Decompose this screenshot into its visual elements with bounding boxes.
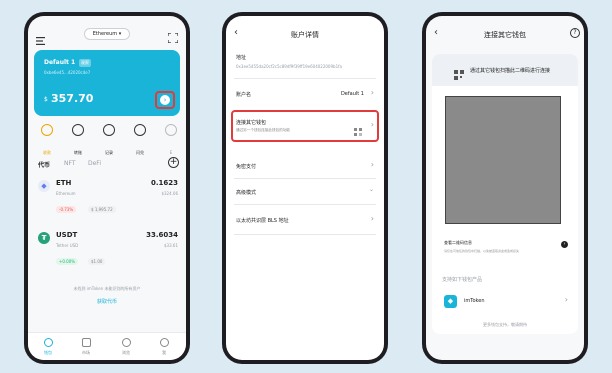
action-transfer[interactable]: 转账 bbox=[65, 124, 91, 158]
divider bbox=[234, 234, 376, 235]
add-token-icon[interactable]: + bbox=[168, 157, 179, 168]
price-badge: $1.00 bbox=[88, 258, 106, 265]
action-history[interactable]: 记录 bbox=[96, 124, 122, 158]
wallet-row-imtoken[interactable]: ◆ imToken › bbox=[438, 292, 572, 312]
address-label: 地址 bbox=[236, 55, 247, 61]
eth-icon: ◆ bbox=[38, 180, 50, 192]
instruction-banner: 通过其它钱包扫描此二维码进行连接 bbox=[432, 54, 578, 86]
chevron-right-icon: › bbox=[564, 295, 568, 304]
wallet-icon bbox=[43, 338, 53, 347]
action-receive[interactable]: 收款 bbox=[34, 124, 60, 158]
chevron-down-icon: ⌄ bbox=[368, 186, 374, 193]
tab-nft[interactable]: NFT bbox=[64, 160, 76, 167]
chevron-right-icon: › bbox=[370, 120, 374, 129]
arrow-right-icon: › bbox=[561, 241, 568, 248]
account-name-row[interactable]: 账户名 Default 1 › bbox=[226, 84, 384, 104]
imtoken-logo-icon: ◆ bbox=[444, 295, 457, 308]
balance-currency: $ bbox=[44, 96, 48, 103]
page-title: 账户详情 bbox=[291, 31, 319, 39]
phone-connect-wallet: ‹ 连接其它钱包 ? 通过其它钱包扫描此二维码进行连接 查看二维码信息 请仅在可… bbox=[422, 12, 588, 364]
wallet-name: Default 1 bbox=[44, 59, 76, 66]
nav-market[interactable]: 市场 bbox=[74, 338, 98, 356]
account-details-screen: ‹ 账户详情 地址 0x3ee5455da20cf2c5c89df9f39ff1… bbox=[226, 16, 384, 360]
wallet-card[interactable]: Default 1 观察 0xbe6e45...42020c4e7 $ 357.… bbox=[34, 50, 180, 116]
price-badge: $ 1,995.72 bbox=[88, 206, 116, 213]
page-title: 连接其它钱包 bbox=[484, 31, 526, 39]
qr-code-image bbox=[445, 96, 561, 224]
bottom-nav: 钱包 市场 浏览 我 bbox=[28, 332, 186, 360]
action-swap[interactable]: 闪兑 bbox=[127, 124, 153, 158]
connect-sub: 通过另一个钱包连接此钱包的功能 bbox=[236, 128, 290, 132]
bls-address-row[interactable]: 以太坊共识层 BLS 地址 › bbox=[226, 210, 384, 230]
supported-wallets-card: 支持如下钱包产品 ◆ imToken › 更多钱包支持，敬请期待 bbox=[432, 268, 578, 334]
tether-icon: ₮ bbox=[38, 232, 50, 244]
chevron-right-icon: › bbox=[370, 214, 374, 223]
connect-label: 连接其它钱包 bbox=[236, 120, 267, 126]
phone-wallet-home: Ethereum ▾ Default 1 观察 0xbe6e45...42020… bbox=[24, 12, 190, 364]
chevron-right-icon: › bbox=[370, 160, 374, 169]
qr-card: 通过其它钱包扫描此二维码进行连接 查看二维码信息 请仅在可信任的钱包中扫描，以免… bbox=[432, 54, 578, 292]
more-wallets-note: 更多钱包支持，敬请期待 bbox=[483, 322, 527, 327]
divider bbox=[234, 204, 376, 205]
receive-icon bbox=[41, 124, 53, 136]
connect-wallet-row[interactable]: 连接其它钱包 通过另一个钱包连接此钱包的功能 › bbox=[226, 116, 384, 138]
qr-code-icon bbox=[454, 65, 464, 84]
phone-account-details: ‹ 账户详情 地址 0x3ee5455da20cf2c5c89df9f39ff1… bbox=[222, 12, 388, 364]
divider bbox=[234, 178, 376, 179]
action-more[interactable]: E bbox=[158, 124, 184, 158]
wallet-balance: 357.70 bbox=[51, 92, 94, 105]
account-name-value: Default 1 bbox=[340, 91, 364, 97]
connect-wallet-screen: ‹ 连接其它钱包 ? 通过其它钱包扫描此二维码进行连接 查看二维码信息 请仅在可… bbox=[426, 16, 584, 360]
change-badge: -0.73% bbox=[56, 206, 77, 213]
network-selector[interactable]: Ethereum ▾ bbox=[84, 28, 130, 40]
tab-tokens[interactable]: 代币 bbox=[38, 160, 50, 169]
chevron-right-icon: › bbox=[370, 88, 374, 97]
more-icon bbox=[165, 124, 177, 136]
wallet-tag: 观察 bbox=[79, 59, 91, 67]
swap-icon bbox=[134, 124, 146, 136]
nav-browse[interactable]: 浏览 bbox=[114, 338, 138, 356]
nav-me[interactable]: 我 bbox=[152, 338, 176, 356]
view-qr-info-row[interactable]: 查看二维码信息 请仅在可信任的钱包中扫描，以免被盗取资金或造成损失 › bbox=[440, 238, 572, 260]
wallet-details-button[interactable]: › bbox=[160, 95, 170, 105]
profile-icon bbox=[159, 338, 169, 347]
change-badge: +0.00% bbox=[56, 258, 79, 265]
transfer-icon bbox=[72, 124, 84, 136]
action-bar: 收款 转账 记录 闪兑 E bbox=[34, 124, 184, 158]
menu-icon[interactable] bbox=[36, 30, 45, 49]
free-pay-row[interactable]: 免密支付 › bbox=[226, 156, 384, 176]
get-token-link[interactable]: 获取代币 bbox=[28, 298, 186, 305]
address-value[interactable]: 0x3ee5455da20cf2c5c89df9f39ff19e60402200… bbox=[236, 64, 376, 69]
advanced-mode-row[interactable]: 高级模式 ⌄ bbox=[226, 182, 384, 202]
tab-defi[interactable]: DeFi bbox=[88, 160, 101, 167]
link-icon bbox=[354, 121, 362, 140]
market-icon bbox=[81, 338, 91, 347]
nav-wallet[interactable]: 钱包 bbox=[36, 338, 60, 356]
asset-hint: 未找到 imToken 未能识别的所有资产 bbox=[73, 286, 141, 291]
token-row-eth[interactable]: ◆ ETH Ethereum 0.1623 $324.06 -0.73% $ 1… bbox=[36, 176, 178, 230]
history-icon bbox=[103, 124, 115, 136]
scan-icon[interactable] bbox=[167, 28, 179, 47]
browse-icon bbox=[121, 338, 131, 347]
network-label: Ethereum bbox=[92, 31, 118, 37]
divider bbox=[234, 78, 376, 79]
wallet-address: 0xbe6e45...42020c4e7 bbox=[44, 70, 91, 75]
token-row-usdt[interactable]: ₮ USDT Tether USD 33.6034 $33.61 +0.00% … bbox=[36, 228, 178, 282]
supported-label: 支持如下钱包产品 bbox=[442, 277, 483, 283]
instruction-text: 通过其它钱包扫描此二维码进行连接 bbox=[470, 68, 551, 74]
help-icon[interactable]: ? bbox=[570, 28, 580, 38]
wallet-home-screen: Ethereum ▾ Default 1 观察 0xbe6e45...42020… bbox=[28, 16, 186, 360]
